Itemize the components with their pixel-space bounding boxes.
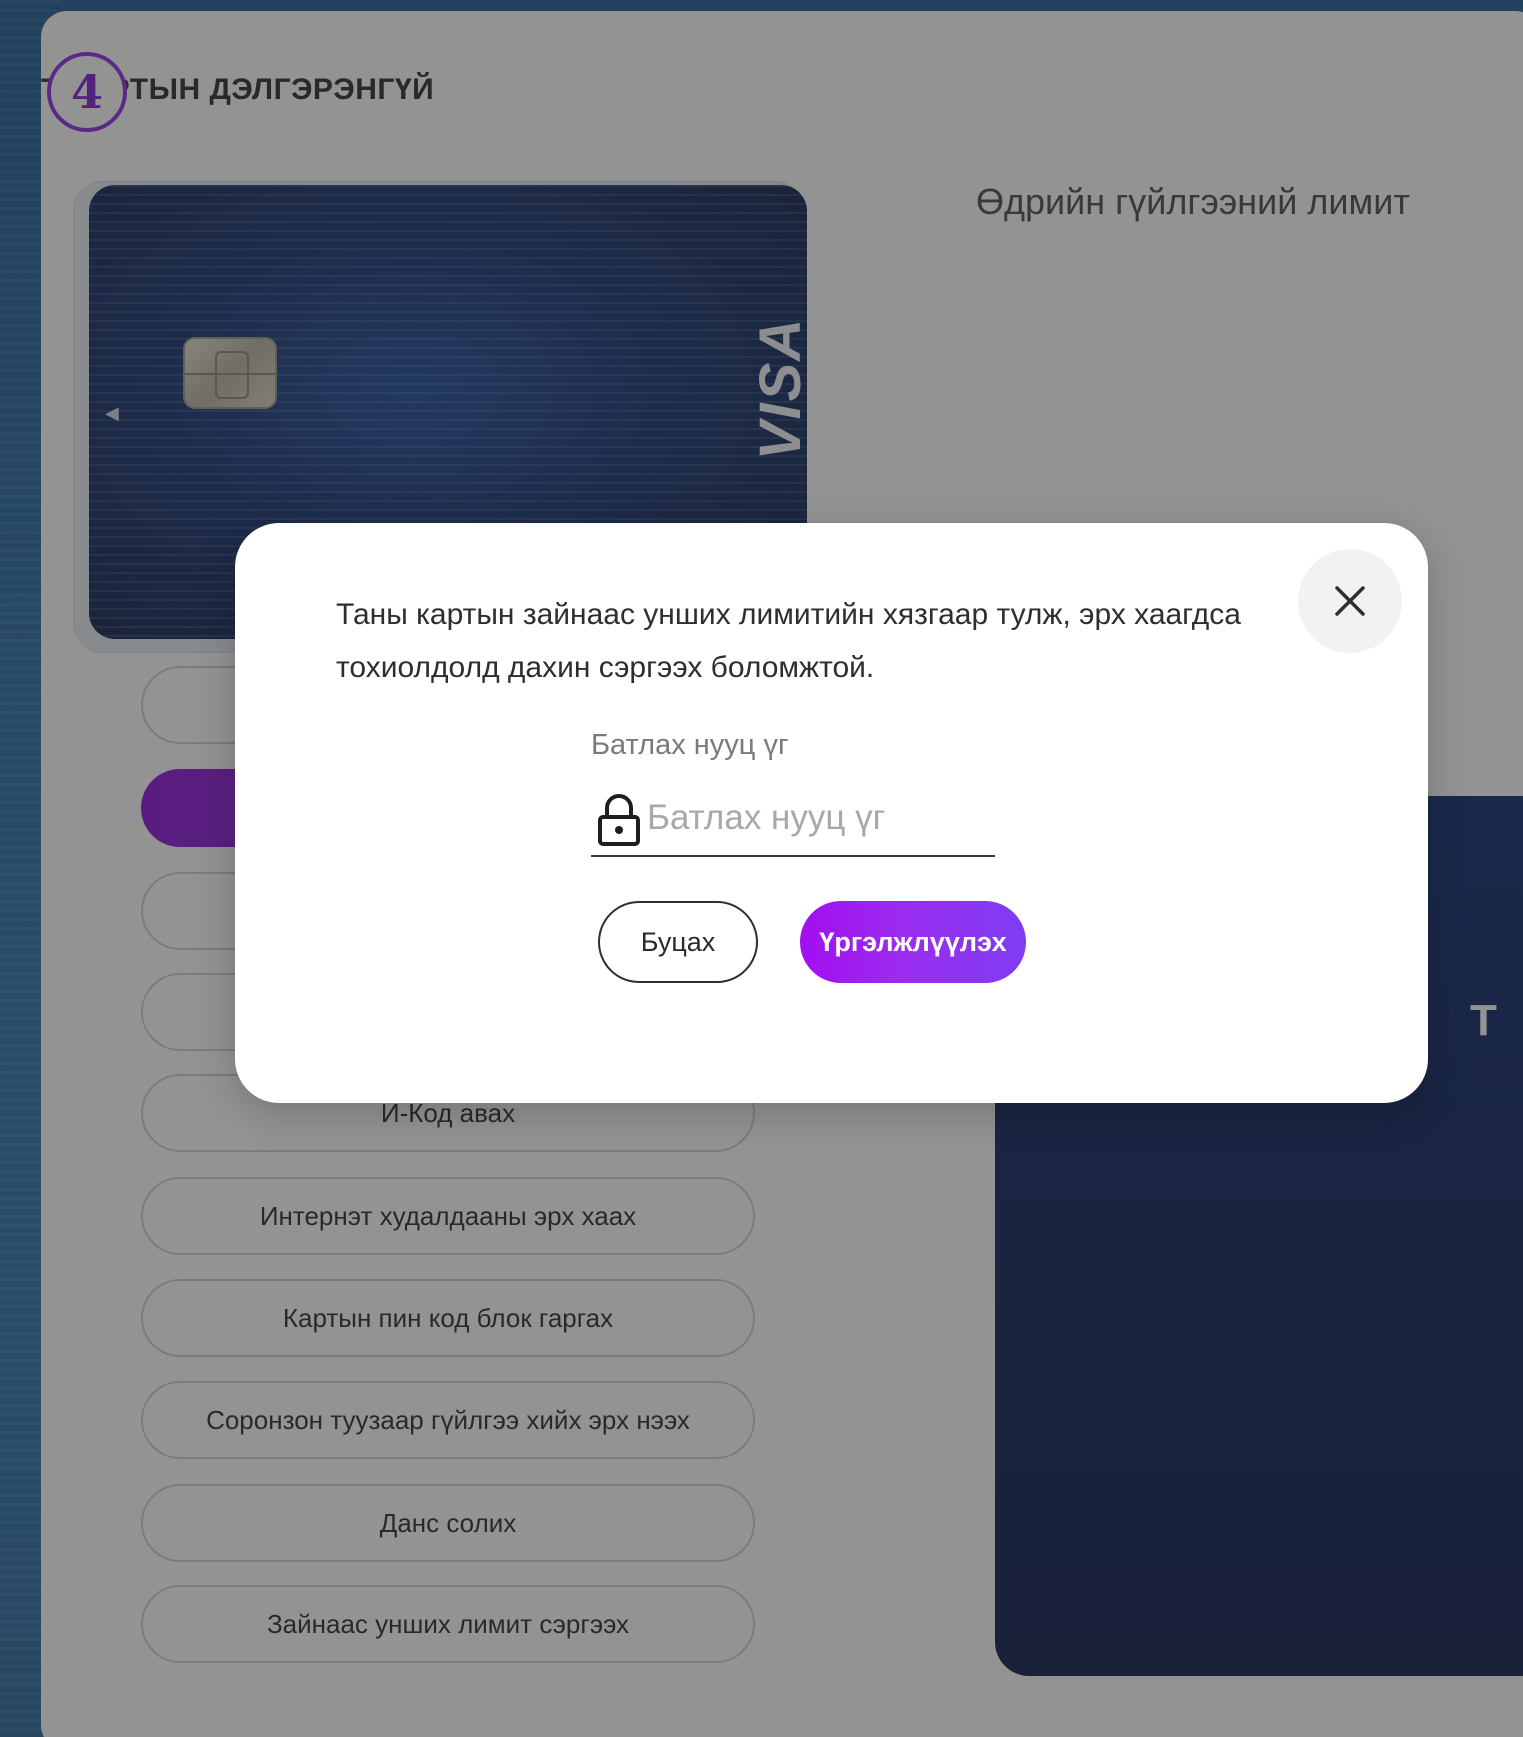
- close-icon: [1335, 586, 1365, 616]
- password-label: Батлах нууц үг: [591, 729, 789, 761]
- dialog-message: Таны картын зайнаас унших лимитийн хязга…: [336, 588, 1296, 694]
- close-button[interactable]: [1298, 549, 1402, 653]
- lock-icon: [598, 794, 640, 846]
- continue-button[interactable]: Үргэлжлүүлэх: [800, 901, 1026, 983]
- restore-limit-dialog: Таны картын зайнаас унших лимитийн хязга…: [235, 523, 1428, 1103]
- password-input[interactable]: [647, 791, 987, 845]
- dialog-message-line-1: Таны картын зайнаас унших лимитийн хязга…: [336, 598, 1241, 631]
- dialog-message-line-2: тохиолдолд дахин сэргээх боломжтой.: [336, 651, 875, 684]
- back-button[interactable]: Буцах: [598, 901, 758, 983]
- password-field[interactable]: [591, 783, 995, 857]
